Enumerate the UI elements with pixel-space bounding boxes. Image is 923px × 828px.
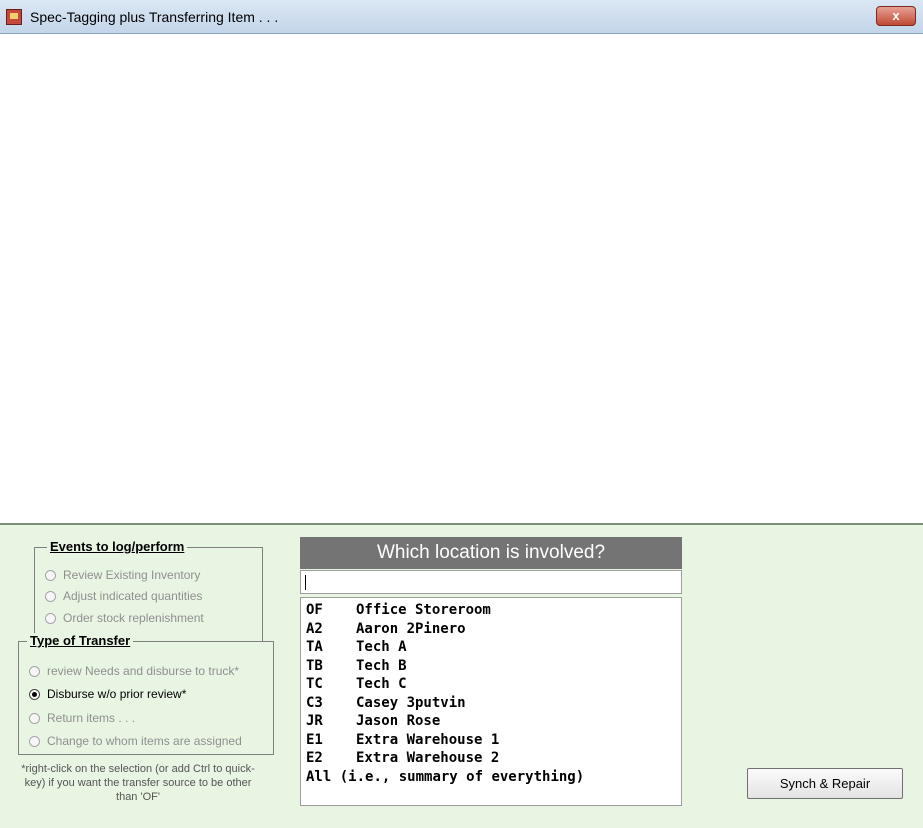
location-list[interactable]: OF Office Storeroom A2 Aaron 2Pinero TA Tech … (300, 597, 682, 806)
location-name: Aaron 2Pinero (356, 620, 466, 637)
location-code: E1 (306, 731, 323, 748)
location-name: Tech C (356, 676, 407, 692)
radio-icon (45, 612, 56, 624)
location-item[interactable]: A2 Aaron 2Pinero (301, 620, 681, 639)
option-label: Review Existing Inventory (63, 568, 201, 582)
location-item[interactable]: E2 Extra Warehouse 2 (301, 749, 681, 768)
location-code: TA (306, 639, 323, 655)
radio-icon (29, 735, 40, 747)
option-label: Disburse w/o prior review* (47, 687, 187, 701)
radio-checked-icon (29, 688, 40, 700)
change-assignment-option[interactable]: Change to whom items are assigned (29, 734, 242, 748)
review-inventory-option[interactable]: Review Existing Inventory (45, 568, 200, 582)
option-label: Order stock replenishment (63, 611, 204, 625)
location-item[interactable]: OF Office Storeroom (301, 601, 681, 620)
location-item[interactable]: C3 Casey 3putvin (301, 694, 681, 713)
content-area (0, 34, 923, 523)
location-code: OF (306, 602, 323, 618)
close-button[interactable]: x (876, 6, 916, 26)
location-code: TB (306, 657, 323, 674)
app-icon (6, 9, 22, 25)
location-item[interactable]: E1 Extra Warehouse 1 (301, 731, 681, 750)
radio-icon (29, 712, 40, 724)
transfer-type-group: Type of Transfer review Needs and disbur… (18, 633, 274, 755)
text-caret (305, 575, 306, 590)
location-name: Office Storeroom (356, 602, 491, 618)
location-code: C3 (306, 694, 323, 711)
synch-repair-button[interactable]: Synch & Repair (747, 768, 903, 799)
title-bar: Spec-Tagging plus Transferring Item . . … (0, 0, 923, 34)
location-name: Jason Rose (356, 713, 441, 729)
transfer-legend: Type of Transfer (27, 633, 134, 648)
option-label: Adjust indicated quantities (63, 589, 203, 603)
location-item[interactable]: JR Jason Rose (301, 712, 681, 731)
location-code: JR (306, 713, 323, 729)
location-code: All (306, 768, 332, 785)
location-item[interactable]: TA Tech A (301, 638, 681, 657)
option-label: Return items . . . (47, 711, 136, 725)
location-item[interactable]: TB Tech B (301, 657, 681, 676)
location-item[interactable]: TC Tech C (301, 675, 681, 694)
location-code: A2 (306, 620, 323, 637)
location-name: Extra Warehouse 2 (356, 750, 500, 766)
radio-icon (29, 665, 40, 677)
location-name: Extra Warehouse 1 (356, 731, 500, 748)
location-name: Tech A (356, 639, 407, 655)
adjust-quantities-option[interactable]: Adjust indicated quantities (45, 589, 202, 603)
location-name: Casey 3putvin (356, 694, 466, 711)
location-name: Tech B (356, 657, 407, 674)
disburse-option[interactable]: Disburse w/o prior review* (29, 687, 186, 701)
location-code: E2 (306, 750, 323, 766)
location-item[interactable]: All (i.e., summary of everything) (301, 768, 681, 787)
location-search-input[interactable] (300, 570, 682, 594)
order-replenishment-option[interactable]: Order stock replenishment (45, 611, 204, 625)
radio-icon (45, 569, 56, 581)
location-header: Which location is involved? (300, 537, 682, 569)
return-items-option[interactable]: Return items . . . (29, 711, 135, 725)
location-code: TC (306, 676, 323, 692)
events-legend: Events to log/perform (47, 539, 188, 554)
option-label: review Needs and disburse to truck* (47, 664, 240, 678)
window-title: Spec-Tagging plus Transferring Item . . … (30, 9, 279, 25)
option-label: Change to whom items are assigned (47, 734, 242, 748)
transfer-note: *right-click on the selection (or add Ct… (21, 763, 255, 803)
radio-icon (45, 590, 56, 602)
location-name: (i.e., summary of everything) (339, 768, 585, 785)
review-needs-option[interactable]: review Needs and disburse to truck* (29, 664, 239, 678)
